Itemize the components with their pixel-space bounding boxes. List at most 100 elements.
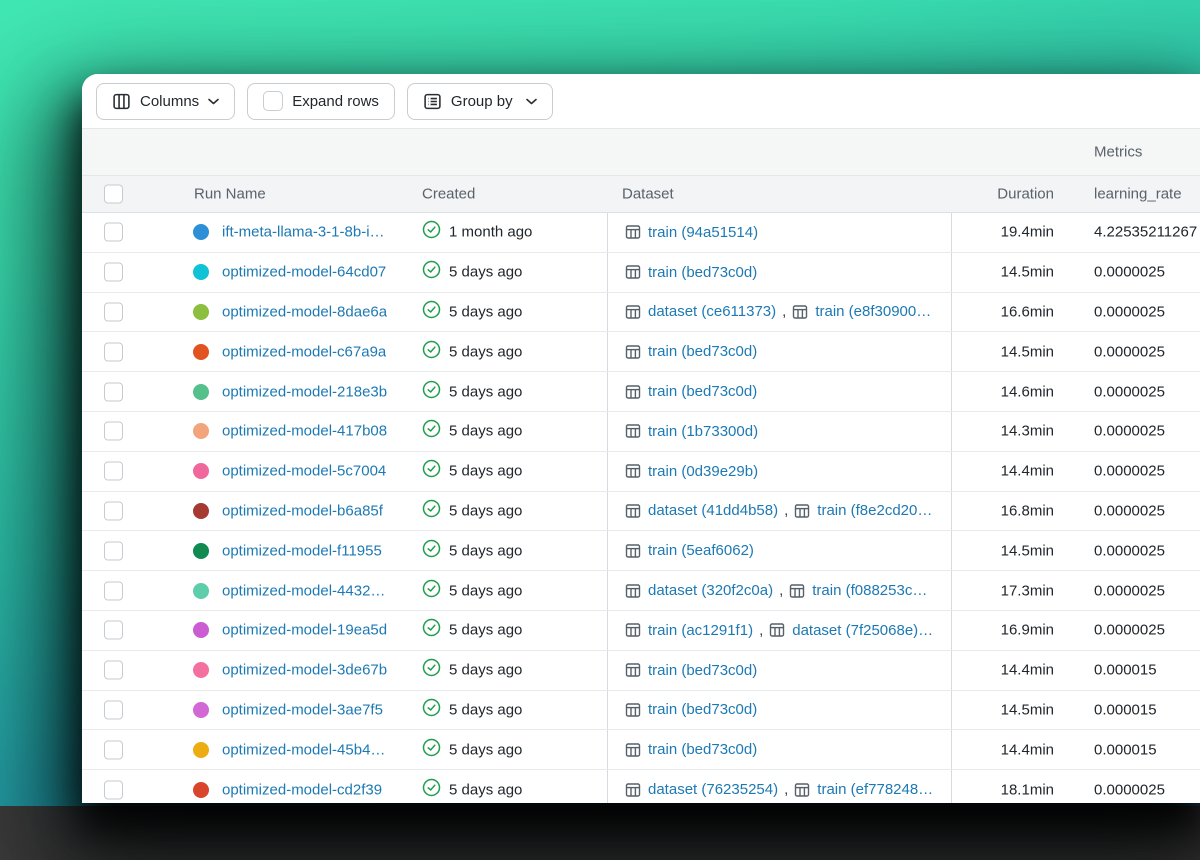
duration-value: 17.3min (1000, 582, 1054, 600)
run-name-link[interactable]: optimized-model-8dae6a (222, 303, 387, 320)
row-checkbox[interactable] (104, 541, 123, 561)
dataset-cell: train (bed73c0d) (607, 332, 952, 372)
status-check-icon (422, 220, 441, 244)
dataset-link-label: train (0d39e29b) (648, 462, 759, 480)
dataset-link[interactable]: train (0d39e29b) (625, 463, 758, 480)
dataset-link[interactable]: dataset (7f25068e)… (769, 622, 933, 639)
row-checkbox[interactable] (104, 302, 123, 322)
run-color-dot (193, 463, 209, 480)
dataset-link[interactable]: train (bed73c0d) (625, 662, 757, 679)
row-checkbox[interactable] (104, 700, 123, 720)
dataset-link[interactable]: dataset (76235254) (625, 781, 778, 798)
duration-value: 16.6min (1000, 303, 1054, 321)
run-name-link[interactable]: optimized-model-19ea5d (222, 622, 387, 639)
created-time: 5 days ago (449, 741, 523, 759)
row-checkbox[interactable] (104, 222, 123, 242)
run-name-link[interactable]: optimized-model-417b08 (222, 423, 387, 440)
created-time: 5 days ago (449, 621, 523, 639)
run-name-link[interactable]: optimized-model-45b4… (222, 741, 385, 758)
expand-rows-button[interactable]: Expand rows (247, 82, 395, 120)
row-checkbox[interactable] (104, 421, 123, 441)
table-icon (625, 345, 641, 359)
dataset-link[interactable]: train (bed73c0d) (625, 343, 757, 360)
status-check-icon (422, 579, 441, 603)
dataset-link[interactable]: train (f088253c… (789, 582, 927, 599)
dataset-link[interactable]: dataset (ce611373) (625, 303, 776, 320)
dataset-link-label: train (ac1291f1) (648, 621, 754, 639)
created-time: 5 days ago (449, 343, 523, 361)
run-color-dot (193, 383, 209, 400)
dataset-link[interactable]: train (bed73c0d) (625, 264, 757, 281)
run-color-dot (193, 582, 209, 599)
duration-value: 14.4min (1000, 741, 1054, 759)
dataset-link[interactable]: train (bed73c0d) (625, 741, 757, 758)
table-body: ift-meta-llama-3-1-8b-i… 1 month ago tra… (82, 213, 1200, 803)
dataset-separator: , (782, 303, 787, 321)
status-check-icon (422, 260, 441, 284)
columns-icon (112, 92, 131, 111)
header-dataset[interactable]: Dataset (622, 186, 674, 203)
run-name-link[interactable]: optimized-model-b6a85f (222, 502, 383, 519)
dataset-link[interactable]: train (94a51514) (625, 224, 758, 241)
created-time: 5 days ago (449, 542, 523, 560)
row-checkbox[interactable] (104, 620, 123, 640)
dataset-link[interactable]: dataset (41dd4b58) (625, 502, 778, 519)
dataset-cell: dataset (320f2c0a) , train (f088253c… (607, 571, 952, 610)
dataset-cell: dataset (ce611373) , train (e8f30900… (607, 292, 952, 332)
dataset-link-label: train (bed73c0d) (648, 701, 758, 719)
row-checkbox[interactable] (104, 461, 123, 481)
row-checkbox[interactable] (104, 780, 123, 800)
run-name-link[interactable]: optimized-model-218e3b (222, 383, 387, 400)
row-checkbox[interactable] (104, 382, 123, 402)
status-check-icon (422, 698, 441, 722)
dataset-link[interactable]: train (1b73300d) (625, 423, 758, 440)
dataset-link-label: dataset (76235254) (648, 781, 779, 799)
run-name-link[interactable]: optimized-model-4432… (222, 582, 385, 599)
created-time: 5 days ago (449, 502, 523, 520)
run-name-link[interactable]: ift-meta-llama-3-1-8b-i… (222, 224, 385, 241)
run-name-link[interactable]: optimized-model-3ae7f5 (222, 701, 383, 718)
dataset-link[interactable]: train (5eaf6062) (625, 542, 754, 559)
select-all-checkbox[interactable] (104, 184, 123, 204)
run-color-dot (193, 264, 209, 281)
row-checkbox[interactable] (104, 660, 123, 680)
duration-value: 19.4min (1000, 223, 1054, 241)
header-created[interactable]: Created (422, 186, 475, 203)
created-time: 5 days ago (449, 462, 523, 480)
expand-rows-checkbox[interactable] (263, 91, 284, 111)
dataset-link[interactable]: train (bed73c0d) (625, 383, 757, 400)
row-checkbox[interactable] (104, 262, 123, 282)
header-duration[interactable]: Duration (942, 186, 1054, 203)
columns-button[interactable]: Columns (96, 82, 236, 120)
duration-value: 14.6min (1000, 383, 1054, 401)
table-icon (625, 583, 641, 598)
status-check-icon (422, 419, 441, 443)
dataset-link[interactable]: train (e8f30900… (792, 303, 931, 320)
table-icon (625, 305, 641, 319)
run-color-dot (193, 224, 209, 241)
dataset-cell: dataset (76235254) , train (ef778248… (607, 770, 952, 803)
header-learning-rate[interactable]: learning_rate (1094, 186, 1182, 203)
dataset-link[interactable]: train (f8e2cd20… (794, 502, 932, 519)
dataset-link[interactable]: train (bed73c0d) (625, 701, 757, 718)
row-checkbox[interactable] (104, 342, 123, 362)
dataset-link-label: train (f088253c… (812, 582, 928, 600)
run-name-link[interactable]: optimized-model-c67a9a (222, 343, 386, 360)
row-checkbox[interactable] (104, 581, 123, 601)
run-name-link[interactable]: optimized-model-cd2f39 (222, 781, 382, 798)
run-name-link[interactable]: optimized-model-f11955 (222, 542, 382, 559)
header-run-name[interactable]: Run Name (194, 186, 266, 203)
table-row: optimized-model-19ea5d 5 days ago train … (82, 610, 1200, 651)
run-name-link[interactable]: optimized-model-3de67b (222, 662, 387, 679)
run-name-link[interactable]: optimized-model-64cd07 (222, 264, 386, 281)
dataset-link[interactable]: train (ef778248… (794, 781, 933, 798)
group-by-button[interactable]: Group by (406, 82, 553, 120)
learning-rate-value: 0.0000025 (1094, 422, 1165, 440)
table-icon (625, 464, 641, 478)
run-name-link[interactable]: optimized-model-5c7004 (222, 463, 386, 480)
dataset-link[interactable]: dataset (320f2c0a) (625, 582, 773, 599)
row-checkbox[interactable] (104, 501, 123, 521)
dataset-link[interactable]: train (ac1291f1) (625, 622, 753, 639)
row-checkbox[interactable] (104, 740, 123, 760)
created-time: 5 days ago (449, 263, 523, 281)
